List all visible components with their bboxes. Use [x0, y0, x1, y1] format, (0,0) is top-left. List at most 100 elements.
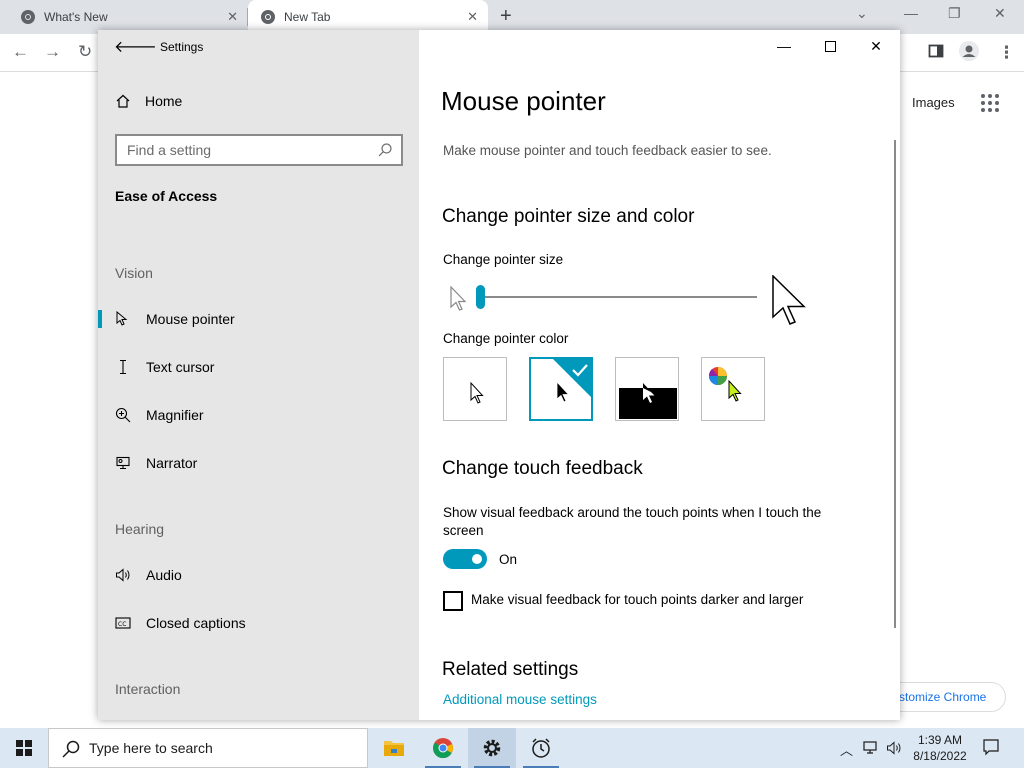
- taskbar-alarms-clock[interactable]: [517, 728, 565, 768]
- magnifier-icon: [115, 407, 131, 423]
- touch-feedback-toggle[interactable]: [443, 549, 487, 569]
- tab-close-icon[interactable]: ✕: [467, 9, 478, 25]
- nav-item-closed-captions[interactable]: CC Closed captions: [98, 605, 419, 641]
- home-icon: [116, 94, 130, 108]
- nav-item-mouse-pointer[interactable]: Mouse pointer: [98, 301, 419, 337]
- black-pointer-icon: [553, 359, 591, 403]
- nav-item-narrator[interactable]: Narrator: [98, 445, 419, 481]
- large-pointer-icon: [772, 275, 806, 325]
- darker-feedback-checkbox[interactable]: [443, 591, 463, 611]
- svg-text:CC: CC: [118, 621, 126, 628]
- gear-icon: [483, 739, 501, 757]
- nav-section-vision: Vision: [115, 265, 153, 281]
- settings-window: 🡐 Settings Home Find a setting Ease of A…: [98, 30, 900, 720]
- color-wheel-icon: [708, 367, 742, 402]
- search-placeholder: Find a setting: [127, 142, 212, 158]
- tray-chevron-up-icon[interactable]: ︿: [840, 740, 853, 759]
- closed-captions-icon: CC: [115, 615, 131, 631]
- browser-forward-icon[interactable]: →: [44, 42, 61, 62]
- nav-item-label: Text cursor: [146, 359, 215, 375]
- profile-avatar-icon[interactable]: [959, 41, 979, 66]
- chrome-tabstrip: What's New ✕ New Tab ✕ + ⌄ — ❐ ✕: [0, 0, 1024, 34]
- nav-item-label: Narrator: [146, 455, 198, 471]
- browser-back-icon[interactable]: ←: [12, 42, 29, 62]
- nav-item-label: Mouse pointer: [146, 311, 235, 327]
- taskbar-clock[interactable]: 1:39 AM 8/18/2022: [910, 732, 970, 764]
- tab-title: What's New: [44, 10, 108, 24]
- volume-icon[interactable]: [886, 740, 904, 759]
- related-settings-heading: Related settings: [442, 659, 579, 680]
- chrome-close-icon[interactable]: ✕: [994, 5, 1006, 22]
- pointer-color-label: Change pointer color: [443, 331, 569, 346]
- browser-tab-new-tab[interactable]: New Tab ✕: [248, 0, 488, 34]
- content-scrollbar[interactable]: [894, 140, 896, 628]
- taskbar-file-explorer[interactable]: [370, 728, 418, 768]
- darker-feedback-label: Make visual feedback for touch points da…: [471, 592, 804, 607]
- text-cursor-icon: [115, 359, 131, 375]
- pointer-size-slider-thumb[interactable]: [476, 285, 485, 309]
- mouse-pointer-icon: [115, 311, 131, 327]
- find-setting-input[interactable]: Find a setting: [115, 134, 403, 166]
- clock-time: 1:39 AM: [917, 733, 963, 747]
- notifications-icon[interactable]: [982, 738, 1000, 759]
- browser-tab-whats-new[interactable]: What's New ✕: [0, 0, 248, 34]
- nav-home[interactable]: Home: [115, 93, 182, 109]
- white-pointer-icon: [470, 381, 484, 404]
- tab-close-icon[interactable]: ✕: [227, 9, 238, 25]
- tab-title: New Tab: [284, 10, 331, 24]
- taskbar-settings[interactable]: [468, 728, 516, 768]
- settings-content: Mouse pointer Make mouse pointer and tou…: [419, 30, 900, 720]
- touch-feedback-heading: Change touch feedback: [442, 458, 643, 479]
- additional-mouse-settings-link[interactable]: Additional mouse settings: [443, 692, 597, 707]
- browser-reload-icon[interactable]: ↻: [78, 42, 92, 62]
- clock-date: 8/18/2022: [913, 749, 967, 763]
- nav-item-magnifier[interactable]: Magnifier: [98, 397, 419, 433]
- side-panel-icon[interactable]: [928, 43, 944, 64]
- inverted-pointer-icon: [619, 383, 677, 419]
- tab-search-chevron-icon[interactable]: ⌄: [856, 5, 868, 22]
- taskbar: Type here to search ︿ 1:39 AM 8/18/2022: [0, 728, 1024, 768]
- nav-item-label: Magnifier: [146, 407, 204, 423]
- toggle-state-label: On: [499, 552, 518, 567]
- new-tab-plus-icon[interactable]: +: [500, 5, 512, 28]
- window-title: Settings: [160, 40, 204, 54]
- pointer-color-black-option[interactable]: [529, 357, 593, 421]
- search-icon: [62, 740, 80, 758]
- taskbar-search-box[interactable]: Type here to search: [48, 728, 368, 768]
- chrome-favicon-icon: [21, 10, 35, 24]
- chrome-menu-icon[interactable]: ⋮: [998, 43, 1015, 63]
- customize-chrome-label: stomize Chrome: [899, 690, 987, 704]
- pointer-color-white-option[interactable]: [443, 357, 507, 421]
- nav-item-label: Audio: [146, 567, 182, 583]
- network-icon[interactable]: [862, 740, 880, 759]
- page-title: Mouse pointer: [441, 86, 606, 116]
- settings-sidebar: 🡐 Settings Home Find a setting Ease of A…: [98, 30, 419, 720]
- narrator-icon: [115, 455, 131, 471]
- taskbar-chrome[interactable]: [419, 728, 467, 768]
- pointer-color-inverted-option[interactable]: [615, 357, 679, 421]
- search-icon: [378, 143, 392, 157]
- windows-start-icon[interactable]: [16, 740, 32, 756]
- touch-feedback-description: Show visual feedback around the touch po…: [443, 505, 822, 538]
- pointer-color-custom-option[interactable]: [701, 357, 765, 421]
- pointer-size-label: Change pointer size: [443, 252, 564, 267]
- nav-item-audio[interactable]: Audio: [98, 557, 419, 593]
- chrome-favicon-icon: [261, 10, 275, 24]
- google-images-link[interactable]: Images: [912, 95, 955, 110]
- page-description: Make mouse pointer and touch feedback ea…: [443, 143, 772, 158]
- nav-item-text-cursor[interactable]: Text cursor: [98, 349, 419, 385]
- folder-icon: [384, 741, 404, 756]
- google-apps-icon[interactable]: [981, 94, 999, 112]
- nav-section-interaction: Interaction: [115, 681, 181, 697]
- back-arrow-icon[interactable]: 🡐: [114, 36, 157, 57]
- small-pointer-icon: [450, 286, 467, 311]
- chrome-minimize-icon[interactable]: —: [904, 5, 918, 21]
- speaker-icon: [115, 567, 131, 583]
- nav-home-label: Home: [145, 93, 183, 109]
- nav-item-label: Closed captions: [146, 615, 246, 631]
- alarm-clock-icon: [532, 738, 550, 758]
- taskbar-search-placeholder: Type here to search: [89, 740, 213, 756]
- chrome-restore-icon[interactable]: ❐: [948, 5, 961, 22]
- pointer-size-slider-track[interactable]: [481, 296, 757, 298]
- size-color-heading: Change pointer size and color: [442, 206, 695, 227]
